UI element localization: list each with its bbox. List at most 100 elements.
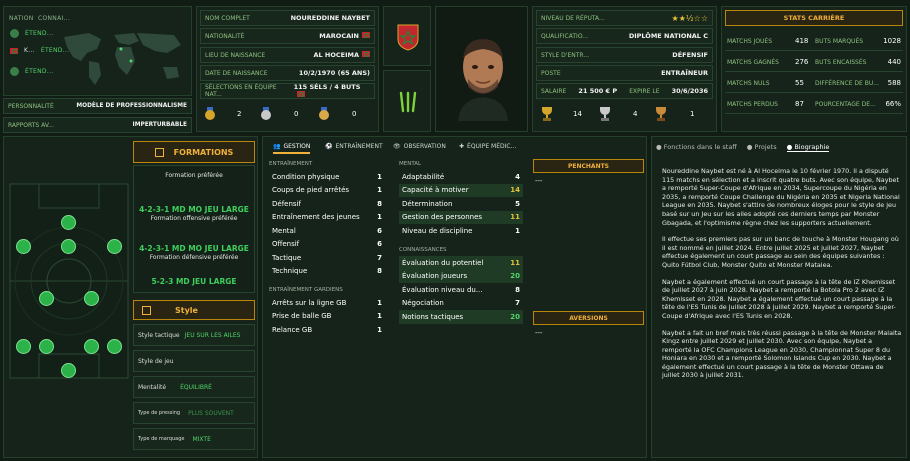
attribute-value: 5 [515, 199, 520, 208]
formation-name[interactable]: 5-2-3 MD JEU LARGE [134, 277, 254, 286]
career-stats-row: MATCHS GAGNÉS 276 BUTS ENCAISSÉS 440 [725, 54, 903, 72]
attribute-row: Évaluation joueurs 20 [399, 269, 523, 283]
attribute-row: Tactique 7 [269, 251, 385, 265]
club-badge-panel[interactable] [383, 70, 431, 132]
career-stats-row: MATCHS PERDUS 87 POURCENTAGE DE... 66% [725, 96, 903, 114]
medal-bronze-count: 0 [352, 110, 357, 118]
attribute-name: Condition physique [272, 172, 340, 181]
attribute-value: 20 [510, 312, 520, 321]
attribute-row: Arrêts sur la ligne GB 1 [269, 296, 385, 310]
nation-badge-panel[interactable] [383, 6, 431, 66]
formation-name[interactable]: 4-2-3-1 MD MO JEU LARGE [134, 205, 254, 214]
bio-tabs: ● Fonctions dans le staff ● Projets ● Bi… [656, 143, 830, 152]
people-icon: 👥 [273, 143, 281, 150]
player-marker[interactable] [84, 291, 99, 306]
nation-row-1[interactable]: Étend... [10, 29, 53, 38]
bio-paragraph: Il effectue ses premiers pas sur un banc… [662, 235, 899, 269]
attribute-value: 1 [515, 226, 520, 235]
bio-paragraph: Naybet a fait un bref mais très réussi p… [662, 328, 902, 380]
trophy-bronze-count: 1 [690, 110, 695, 118]
reports-value: IMPERTURBABLE [132, 122, 187, 128]
attribute-row: Relance GB 1 [269, 323, 385, 337]
reports-row: RAPPORTS AV... IMPERTURBABLE [3, 117, 192, 133]
reputation-stars: ★★½☆☆ [671, 13, 708, 23]
player-marker[interactable] [16, 339, 31, 354]
attribute-name: Évaluation niveau du... [402, 285, 483, 294]
morocco-flag-icon [362, 51, 370, 57]
career-stats-row: MATCHS JOUÉS 418 BUTS MARQUÉS 1028 [725, 33, 903, 51]
attribute-row: Capacité à motiver 14 [399, 183, 523, 197]
attribute-name: Gestion des personnes [402, 213, 483, 222]
monster-logo-icon [399, 91, 417, 113]
personality-label: PERSONNALITÉ [8, 102, 54, 110]
formation-sub: Formation offensive préférée [150, 215, 238, 222]
trophy-gold-count: 14 [573, 110, 582, 118]
attribute-value: 4 [515, 172, 520, 181]
medal-bronze-icon [319, 107, 329, 120]
attribute-value: 1 [377, 213, 382, 222]
tab-gestion[interactable]: 👥 GESTION [273, 143, 311, 154]
attribute-name: Arrêts sur la ligne GB [272, 298, 347, 307]
attribute-row: Offensif 6 [269, 238, 385, 252]
identity-row: NOM COMPLET NOUREDDINE NAYBET [200, 10, 375, 26]
style-row: Type de marquage MIXTE [133, 428, 255, 450]
attribute-name: Capacité à motiver [402, 186, 469, 195]
identity-row: SÉLECTIONS EN ÉQUIPE NAT... 115 SÉLS / 4 … [200, 83, 375, 99]
nation-panel: NATION CONNAI... Étend... K... Étend... … [3, 6, 192, 96]
personality-row: PERSONNALITÉ MODÈLE DE PROFESSIONNALISME [3, 98, 192, 114]
medal-silver-count: 0 [294, 110, 299, 118]
player-marker[interactable] [107, 239, 122, 254]
player-marker[interactable] [39, 291, 54, 306]
staff-info-row: STYLE D'ENTR... DÉFENSIF [536, 47, 713, 63]
style-row: Style de jeu [133, 350, 255, 372]
attribute-value: 6 [377, 226, 382, 235]
salary-row: SALAIRE 21 500 € P EXPIRE LE 30/6/2036 [536, 83, 713, 99]
whistle-icon: ⚽ [325, 143, 333, 150]
tab-observation[interactable]: 👁 OBSERVATION [393, 143, 446, 150]
attribute-row: Notions tactiques 20 [399, 310, 523, 324]
mental-section-title: MENTAL [399, 161, 422, 167]
flag-icon [10, 47, 18, 54]
tab-entrainement[interactable]: ⚽ ENTRAÎNEMENT [325, 143, 383, 150]
formation-name[interactable]: 4-2-3-1 MD MO JEU LARGE [134, 244, 254, 253]
tab-biography[interactable]: ● Biographie [786, 143, 830, 152]
attribute-row: Niveau de discipline 1 [399, 224, 523, 238]
style-header: Style [133, 300, 255, 320]
career-stats-title: STATS CARRIÈRE [725, 10, 903, 26]
tab-staff-roles[interactable]: ● Fonctions dans le staff [656, 143, 737, 152]
attribute-row: Évaluation niveau du... 8 [399, 283, 523, 297]
nation-header: NATION [9, 15, 34, 22]
staff-portrait [458, 39, 508, 121]
career-stats-row: MATCHS NULS 55 DIFFÉRENCE DE BU... 588 [725, 75, 903, 93]
player-marker[interactable] [107, 339, 122, 354]
attribute-value: 1 [377, 298, 382, 307]
attribute-value: 11 [510, 213, 520, 222]
tab-projects[interactable]: ● Projets [747, 143, 777, 152]
player-marker[interactable] [84, 339, 99, 354]
staff-info-row: POSTE ENTRAÎNEUR [536, 65, 713, 81]
player-marker[interactable] [61, 363, 76, 378]
player-marker[interactable] [61, 239, 76, 254]
formations-header: FORMATIONS [133, 141, 255, 163]
attribute-value: 1 [377, 312, 382, 321]
attribute-row: Détermination 5 [399, 197, 523, 211]
attribute-value: 11 [510, 258, 520, 267]
player-marker[interactable] [16, 239, 31, 254]
formations-title: FORMATIONS [173, 147, 234, 157]
nation-row-label: K... [24, 47, 35, 54]
player-marker[interactable] [39, 339, 54, 354]
world-map [64, 33, 181, 85]
attribute-value: 1 [377, 186, 382, 195]
nation-row-3[interactable]: Étend... [10, 67, 53, 76]
formations-list: Formation préférée 4-2-3-1 MD MO JEU LAR… [133, 165, 255, 293]
staff-info-panel: NIVEAU DE RÉPUTA... ★★½☆☆ QUALIFICATIO...… [532, 6, 717, 132]
player-marker[interactable] [61, 215, 76, 230]
knowledge-header: CONNAI... [38, 15, 71, 22]
tab-medical[interactable]: ✚ ÉQUIPE MÉDIC... [459, 143, 516, 150]
formation-sub: Formation défensive préférée [149, 254, 239, 261]
style-title: Style [175, 305, 198, 315]
nation-row-2[interactable]: K... Étend... [10, 47, 69, 54]
medical-icon: ✚ [459, 143, 465, 150]
style-icon [142, 305, 151, 315]
medal-gold-icon [205, 107, 215, 120]
